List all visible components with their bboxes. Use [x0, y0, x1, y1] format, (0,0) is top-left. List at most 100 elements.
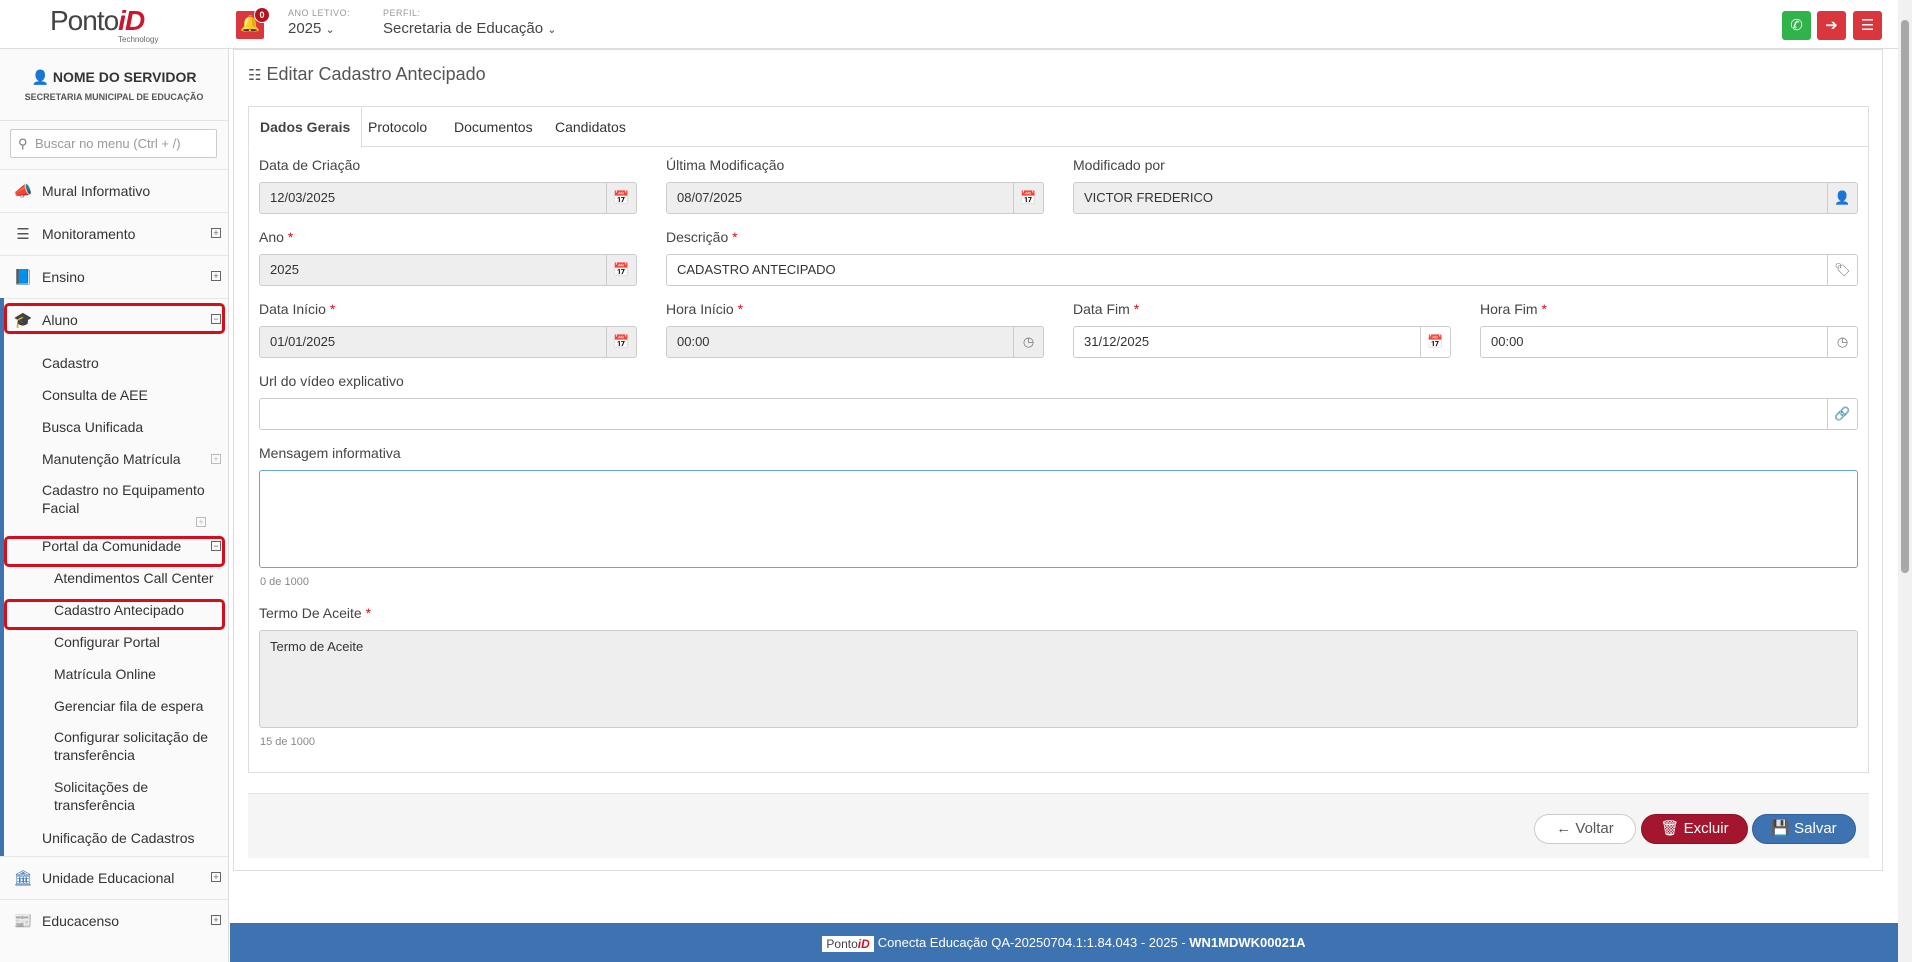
sidebar-subitem-consulta-aee[interactable]: Consulta de AEE — [4, 379, 228, 411]
expand-icon[interactable]: + — [211, 228, 221, 238]
user-icon: 👤 — [1827, 183, 1857, 213]
ano-field[interactable]: 2025 📅 — [259, 254, 637, 286]
tab-protocolo[interactable]: Protocolo — [357, 107, 438, 147]
expand-icon[interactable]: + — [196, 517, 206, 527]
aluno-group: 🎓 Aluno − Cadastro Consulta de AEE Busca… — [0, 298, 228, 856]
modificado-por-field: VICTOR FREDERICO 👤 — [1073, 182, 1858, 214]
tag-icon: 🏷 — [1827, 255, 1857, 285]
link-icon: 🔗 — [1827, 399, 1857, 429]
sidebar-subitem-matricula-online[interactable]: Matrícula Online — [4, 658, 228, 690]
sidebar-item-ensino[interactable]: 📘 Ensino + — [0, 255, 228, 298]
tab-dados-gerais[interactable]: Dados Gerais — [248, 106, 363, 148]
hora-fim-input[interactable]: 00:00 ◷ — [1480, 326, 1858, 358]
modificado-por-label: Modificado por — [1073, 157, 1165, 173]
sidebar-subitem-configurar-transferencia[interactable]: Configurar solicitação de transferência — [4, 722, 224, 772]
trash-icon: 🗑 — [1660, 820, 1680, 837]
calendar-icon[interactable]: 📅 — [1420, 327, 1450, 357]
data-fim-input[interactable]: 31/12/2025 📅 — [1073, 326, 1451, 358]
bank-icon: 🏛 — [13, 870, 33, 887]
tab-documentos[interactable]: Documentos — [443, 107, 544, 147]
expand-icon[interactable]: + — [211, 872, 221, 882]
sidebar-subitem-configurar-portal[interactable]: Configurar Portal — [4, 626, 228, 658]
footer-code: WN1MDWK00021A — [1189, 935, 1306, 950]
tab-bar: Dados Gerais Protocolo Documentos Candid… — [248, 106, 1868, 148]
sidebar-subitem-manutencao-matricula[interactable]: Manutenção Matrícula + — [4, 443, 228, 475]
tab-candidatos[interactable]: Candidatos — [544, 107, 637, 147]
url-video-input[interactable]: 🔗 — [259, 398, 1858, 430]
newspaper-icon: 📰 — [13, 913, 33, 930]
ultima-modificacao-label: Última Modificação — [666, 157, 785, 173]
sidebar-item-unidade-educacional[interactable]: 🏛 Unidade Educacional + — [0, 856, 228, 899]
descricao-label: Descrição * — [666, 229, 738, 245]
descricao-input[interactable]: CADASTRO ANTECIPADO 🏷 — [666, 254, 1858, 286]
chevron-down-icon: ⌄ — [325, 24, 335, 36]
sliders-icon: ☰ — [16, 226, 30, 243]
hora-fim-label: Hora Fim * — [1480, 301, 1547, 317]
main-panel: ☷ Editar Cadastro Antecipado Dados Gerai… — [233, 49, 1883, 871]
hora-inicio-field[interactable]: 00:00 ◷ — [666, 326, 1044, 358]
perfil-selector[interactable]: PERFIL: Secretaria de Educação ⌄ — [383, 8, 557, 37]
mensagem-textarea[interactable] — [259, 470, 1858, 568]
excluir-button[interactable]: 🗑 Excluir — [1641, 814, 1748, 844]
user-org: SECRETARIA MUNICIPAL DE EDUCAÇÃO — [24, 92, 204, 102]
expand-icon[interactable]: + — [211, 271, 221, 281]
whatsapp-button[interactable]: ✆ — [1782, 11, 1811, 40]
sidebar-subitem-solicitacoes-transferencia[interactable]: Solicitações de transferência — [4, 772, 184, 822]
scrollbar-thumb[interactable] — [1901, 20, 1909, 573]
salvar-button[interactable]: 💾 Salvar — [1752, 814, 1856, 844]
arrow-left-icon: ← — [1556, 820, 1572, 837]
notification-count-badge: 0 — [254, 7, 270, 23]
mensagem-char-count: 0 de 1000 — [260, 576, 309, 588]
highlight-cadastro-antecipado — [4, 599, 225, 630]
sidebar-subitem-equipamento-facial[interactable]: Cadastro no Equipamento Facial + — [4, 475, 214, 530]
calendar-icon[interactable]: 📅 — [606, 327, 636, 357]
megaphone-icon: 📣 — [13, 183, 33, 200]
ultima-modificacao-field: 08/07/2025 📅 — [666, 182, 1044, 214]
clock-icon[interactable]: ◷ — [1827, 327, 1857, 357]
pontoid-logo[interactable]: PontoiD Technology — [50, 5, 180, 44]
clock-icon[interactable]: ◷ — [1013, 327, 1043, 357]
sidebar: 👤 NOME DO SERVIDOR SECRETARIA MUNICIPAL … — [0, 49, 229, 962]
termo-aceite-textarea[interactable]: Termo de Aceite — [259, 630, 1858, 728]
data-inicio-label: Data Início * — [259, 301, 336, 317]
form-actions: ← Voltar 🗑 Excluir 💾 Salvar — [248, 793, 1869, 858]
url-video-label: Url do vídeo explicativo — [259, 373, 404, 389]
sidebar-subitem-busca-unificada[interactable]: Busca Unificada — [4, 411, 228, 443]
ano-letivo-selector[interactable]: ANO LETIVO: 2025 ⌄ — [288, 8, 350, 37]
mensagem-label: Mensagem informativa — [259, 445, 401, 461]
data-criacao-field: 12/03/2025 📅 — [259, 182, 637, 214]
sidebar-subitem-cadastro[interactable]: Cadastro — [4, 347, 228, 379]
sidebar-item-mural[interactable]: 📣 Mural Informativo — [0, 169, 228, 212]
sidebar-item-monitoramento[interactable]: ☰ Monitoramento + — [0, 212, 228, 255]
expand-icon[interactable]: + — [211, 454, 221, 464]
tabs-container: Dados Gerais Protocolo Documentos Candid… — [248, 106, 1869, 773]
voltar-button[interactable]: ← Voltar — [1534, 814, 1636, 844]
footer-version: Conecta Educação QA-20250704.1:1.84.043 … — [877, 935, 1190, 950]
termo-aceite-label: Termo De Aceite * — [259, 605, 372, 621]
ano-label: Ano * — [259, 229, 294, 245]
footer-bar: PontoiD Conecta Educação QA-20250704.1:1.… — [230, 923, 1898, 962]
notifications-button[interactable]: 🔔 0 — [236, 7, 270, 39]
highlight-aluno — [4, 303, 225, 334]
page-title: ☷ Editar Cadastro Antecipado — [248, 64, 486, 84]
expand-icon[interactable]: + — [211, 915, 221, 925]
calendar-icon[interactable]: 📅 — [606, 255, 636, 285]
termo-char-count: 15 de 1000 — [260, 736, 316, 748]
menu-search-input[interactable]: ⚲ Buscar no menu (Ctrl + /) — [10, 129, 217, 158]
menu-toggle-button[interactable]: ☰ — [1853, 11, 1882, 40]
data-inicio-field[interactable]: 01/01/2025 📅 — [259, 326, 637, 358]
save-icon: 💾 — [1771, 820, 1790, 837]
calendar-icon: 📅 — [606, 183, 636, 213]
sidebar-subitem-unificacao-cadastros[interactable]: Unificação de Cadastros — [4, 822, 228, 856]
logout-button[interactable]: ➔ — [1817, 11, 1846, 40]
user-name: NOME DO SERVIDOR — [52, 69, 197, 85]
hamburger-icon: ☰ — [1860, 17, 1875, 34]
sitemap-icon: ☷ — [248, 67, 262, 84]
user-icon: 👤 — [31, 69, 49, 85]
sidebar-subitem-fila-espera[interactable]: Gerenciar fila de espera — [4, 690, 228, 722]
search-icon: ⚲ — [18, 136, 28, 151]
hora-inicio-label: Hora Início * — [666, 301, 744, 317]
sidebar-item-educacenso[interactable]: 📰 Educacenso + — [0, 899, 228, 942]
page-scrollbar[interactable] — [1898, 0, 1912, 962]
data-fim-label: Data Fim * — [1073, 301, 1140, 317]
